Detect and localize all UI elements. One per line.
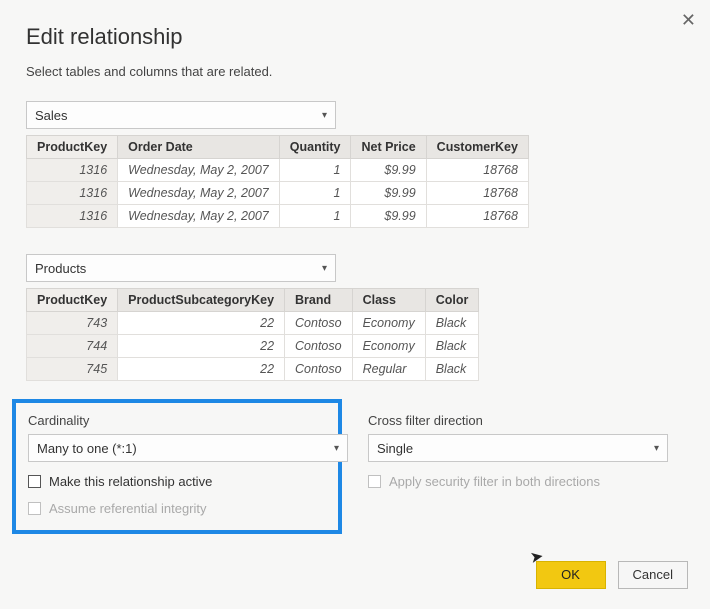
ok-button[interactable]: OK	[536, 561, 606, 589]
col-header[interactable]: CustomerKey	[426, 136, 528, 159]
table-row: 1316 Wednesday, May 2, 2007 1 $9.99 1876…	[27, 205, 529, 228]
table1-selected: Sales	[35, 108, 68, 123]
col-header[interactable]: Class	[352, 289, 425, 312]
make-active-checkbox-row[interactable]: Make this relationship active	[28, 474, 326, 489]
table-row: 1316 Wednesday, May 2, 2007 1 $9.99 1876…	[27, 159, 529, 182]
apply-security-checkbox-row: Apply security filter in both directions	[368, 474, 684, 489]
dialog-title: Edit relationship	[26, 24, 684, 50]
checkbox-icon[interactable]	[28, 475, 41, 488]
col-header[interactable]: ProductKey	[27, 136, 118, 159]
crossfilter-select[interactable]: Single ▾	[368, 434, 668, 462]
table-row: 745 22 Contoso Regular Black	[27, 358, 479, 381]
chevron-down-icon: ▾	[334, 443, 339, 454]
checkbox-icon	[368, 475, 381, 488]
apply-security-label: Apply security filter in both directions	[389, 474, 600, 489]
cross-filter-section: Cross filter direction Single ▾ Apply se…	[342, 399, 684, 534]
crossfilter-label: Cross filter direction	[368, 413, 684, 428]
chevron-down-icon: ▾	[654, 443, 659, 454]
table2-preview: ProductKey ProductSubcategoryKey Brand C…	[26, 288, 479, 381]
make-active-label: Make this relationship active	[49, 474, 212, 489]
table-header-row: ProductKey ProductSubcategoryKey Brand C…	[27, 289, 479, 312]
cancel-button[interactable]: Cancel	[618, 561, 688, 589]
chevron-down-icon: ▾	[322, 110, 327, 121]
table1-preview: ProductKey Order Date Quantity Net Price…	[26, 135, 529, 228]
col-header[interactable]: Brand	[285, 289, 353, 312]
table1-select[interactable]: Sales ▾	[26, 101, 336, 129]
dialog-buttons: OK Cancel	[536, 561, 688, 589]
crossfilter-value: Single	[377, 441, 413, 456]
cardinality-select[interactable]: Many to one (*:1) ▾	[28, 434, 348, 462]
table-row: 1316 Wednesday, May 2, 2007 1 $9.99 1876…	[27, 182, 529, 205]
table2-selected: Products	[35, 261, 86, 276]
table-row: 743 22 Contoso Economy Black	[27, 312, 479, 335]
col-header[interactable]: Quantity	[279, 136, 351, 159]
assume-ref-checkbox-row: Assume referential integrity	[28, 501, 326, 516]
options-row: Cardinality Many to one (*:1) ▾ Make thi…	[26, 399, 684, 534]
assume-ref-label: Assume referential integrity	[49, 501, 207, 516]
cardinality-section-highlight: Cardinality Many to one (*:1) ▾ Make thi…	[12, 399, 342, 534]
checkbox-icon	[28, 502, 41, 515]
table2-select[interactable]: Products ▾	[26, 254, 336, 282]
cardinality-label: Cardinality	[28, 413, 326, 428]
col-header[interactable]: Color	[425, 289, 479, 312]
col-header[interactable]: Net Price	[351, 136, 426, 159]
dialog-subtitle: Select tables and columns that are relat…	[26, 64, 684, 79]
edit-relationship-dialog: ✕ Edit relationship Select tables and co…	[0, 0, 710, 609]
table-header-row: ProductKey Order Date Quantity Net Price…	[27, 136, 529, 159]
col-header[interactable]: ProductSubcategoryKey	[118, 289, 285, 312]
table-row: 744 22 Contoso Economy Black	[27, 335, 479, 358]
chevron-down-icon: ▾	[322, 263, 327, 274]
cardinality-value: Many to one (*:1)	[37, 441, 137, 456]
close-icon[interactable]: ✕	[681, 10, 696, 31]
col-header[interactable]: ProductKey	[27, 289, 118, 312]
col-header[interactable]: Order Date	[118, 136, 280, 159]
